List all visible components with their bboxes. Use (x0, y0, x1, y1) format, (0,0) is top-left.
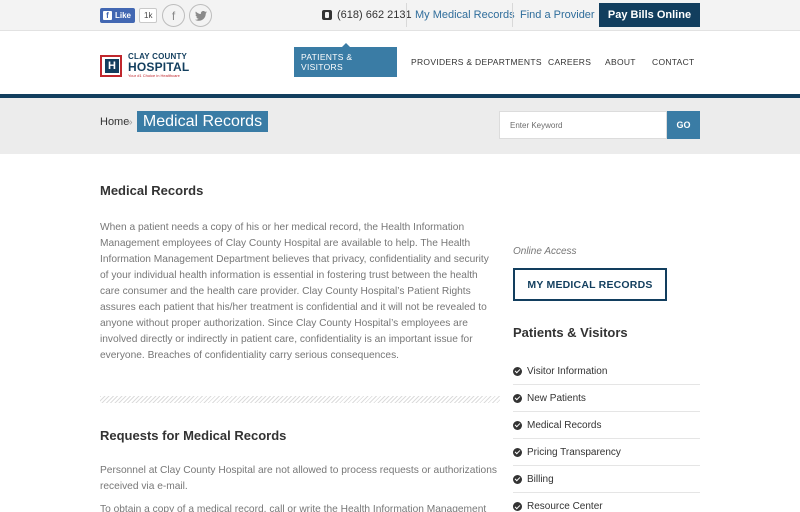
breadcrumb-separator: » (127, 116, 133, 128)
facebook-like-widget[interactable]: f Like 1k (100, 8, 158, 23)
online-access-label: Online Access (513, 246, 577, 257)
top-divider (512, 3, 513, 27)
sidebar-item-new-patients[interactable]: New Patients (513, 385, 700, 412)
sidebar-item-label: New Patients (527, 392, 586, 404)
sidebar-item-visitor-information[interactable]: Visitor Information (513, 358, 700, 385)
sidebar-item-label: Visitor Information (527, 365, 608, 377)
twitter-icon[interactable] (189, 4, 212, 27)
my-medical-records-link[interactable]: My Medical Records (415, 0, 515, 30)
check-circle-icon (513, 393, 522, 403)
breadcrumb-current-page: Medical Records (137, 111, 268, 132)
sidebar-item-resource-center[interactable]: Resource Center (513, 493, 700, 512)
sidebar-item-label: Billing (527, 473, 554, 485)
nav-contact[interactable]: CONTACT (652, 47, 695, 77)
nav-providers-departments[interactable]: PROVIDERS & DEPARTMENTS (411, 47, 542, 77)
phone-number: (618) 662 2131 (337, 9, 412, 21)
top-divider (406, 3, 407, 27)
top-bar: f Like 1k f (618) 662 2131 My Medical Re… (0, 0, 800, 31)
search-go-button[interactable]: GO (667, 111, 700, 139)
sidebar-item-billing[interactable]: Billing (513, 466, 700, 493)
hospital-logo[interactable]: H CLAY COUNTY HOSPITAL Your #1 Choice in… (100, 53, 189, 78)
sidebar-item-pricing-transparency[interactable]: Pricing Transparency (513, 439, 700, 466)
check-circle-icon (513, 420, 522, 430)
requests-heading: Requests for Medical Records (100, 428, 287, 443)
sidebar-item-label: Resource Center (527, 501, 603, 512)
check-circle-icon (513, 366, 522, 376)
page-heading: Medical Records (100, 183, 204, 198)
logo-line2: HOSPITAL (128, 60, 190, 74)
sidebar-item-label: Pricing Transparency (527, 446, 621, 458)
phone-icon (322, 10, 332, 20)
facebook-like-count: 1k (139, 8, 158, 23)
nav-about[interactable]: ABOUT (605, 47, 636, 77)
hospital-logo-icon: H (100, 54, 124, 77)
facebook-icon: f (103, 11, 112, 20)
logo-text: CLAY COUNTY HOSPITAL Your #1 Choice in H… (128, 53, 189, 78)
sidebar-item-medical-records[interactable]: Medical Records (513, 412, 700, 439)
sidebar-item-label: Medical Records (527, 419, 602, 431)
sidebar-heading: Patients & Visitors (513, 325, 628, 340)
nav-patients-visitors[interactable]: PATIENTS & VISITORS (294, 43, 397, 77)
intro-paragraph: When a patient needs a copy of his or he… (100, 222, 489, 361)
facebook-like-label: Like (115, 11, 132, 20)
section-divider (100, 396, 500, 403)
check-circle-icon (513, 474, 522, 484)
logo-tagline: Your #1 Choice in Healthcare (128, 73, 180, 78)
my-medical-records-button[interactable]: MY MEDICAL RECORDS (513, 268, 667, 301)
nav-careers[interactable]: CAREERS (548, 47, 591, 77)
email-policy-paragraph: Personnel at Clay County Hospital are no… (100, 465, 497, 492)
search-input[interactable] (499, 111, 667, 139)
request-instructions-paragraph: To obtain a copy of a medical record, ca… (100, 504, 487, 512)
facebook-like-button[interactable]: f Like (100, 8, 136, 23)
top-phone[interactable]: (618) 662 2131 (322, 0, 412, 30)
check-circle-icon (513, 447, 522, 457)
check-circle-icon (513, 502, 522, 511)
find-a-provider-link[interactable]: Find a Provider (520, 0, 595, 30)
breadcrumb-home[interactable]: Home (100, 111, 129, 133)
pay-bills-online-button[interactable]: Pay Bills Online (599, 3, 700, 27)
facebook-icon[interactable]: f (162, 4, 185, 27)
